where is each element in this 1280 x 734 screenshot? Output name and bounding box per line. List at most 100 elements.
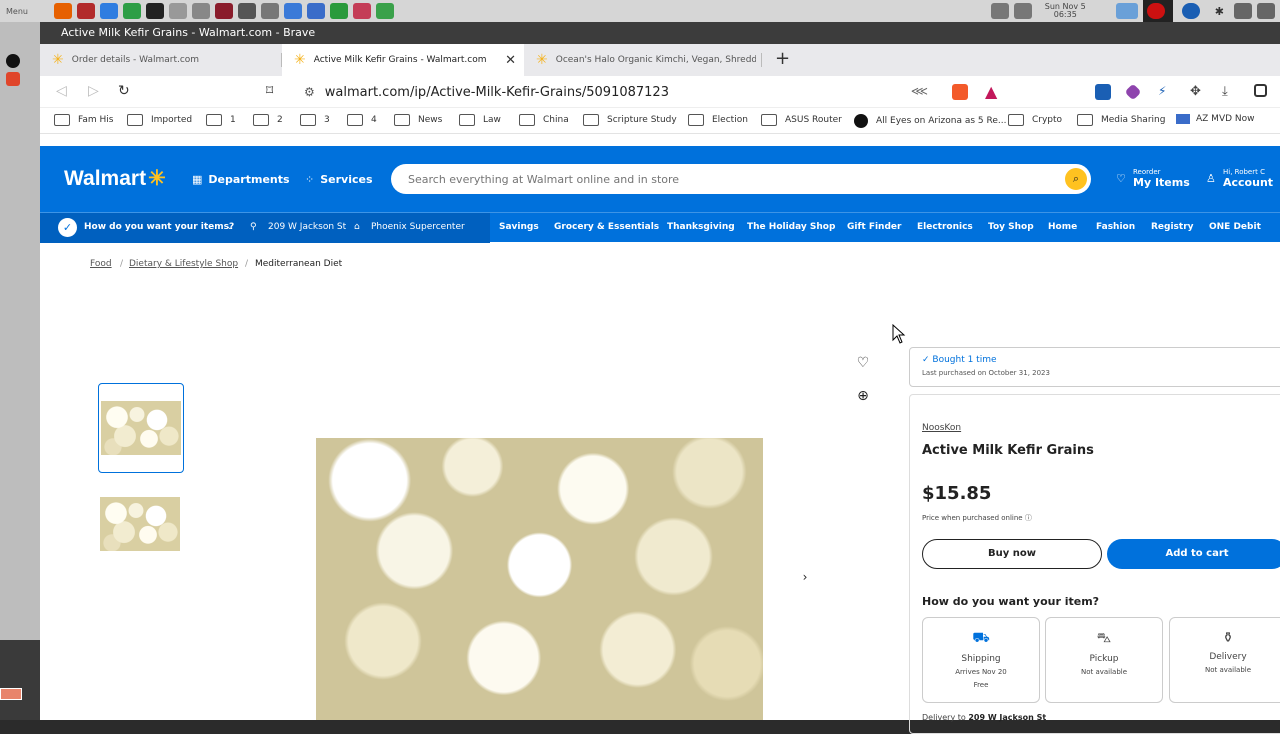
app-icon-red[interactable] bbox=[77, 3, 95, 19]
dock-app-icon[interactable] bbox=[6, 54, 20, 68]
bluetooth-icon[interactable]: ✱ bbox=[1215, 5, 1224, 18]
fulfillment-pickup[interactable]: ⛍ Pickup Not available bbox=[1045, 617, 1163, 703]
app-icon-dark[interactable] bbox=[146, 3, 164, 19]
nav-link[interactable]: The Holiday Shop bbox=[747, 222, 835, 232]
app-icon-blue[interactable] bbox=[100, 3, 118, 19]
nav-link[interactable]: Thanksgiving bbox=[667, 222, 735, 232]
nav-link[interactable]: Registry bbox=[1151, 222, 1194, 232]
bookmark-folder[interactable]: China bbox=[519, 114, 569, 126]
bookmark-folder[interactable]: News bbox=[394, 114, 442, 126]
workspace-icon[interactable] bbox=[1115, 3, 1138, 19]
file-manager-icon[interactable] bbox=[169, 3, 187, 19]
bookmark-folder[interactable]: 1 bbox=[206, 114, 236, 126]
sidebar-toggle-icon[interactable] bbox=[1254, 84, 1267, 97]
fulfillment-delivery[interactable]: ⚱ Delivery Not available bbox=[1169, 617, 1280, 703]
bookmark-folder[interactable]: 3 bbox=[300, 114, 330, 126]
app-icon-maroon[interactable] bbox=[215, 3, 233, 19]
tab-order-details[interactable]: ✳ Order details - Walmart.com bbox=[40, 44, 282, 76]
nav-link[interactable]: Grocery & Essentials bbox=[554, 222, 659, 232]
bookmark-folder[interactable]: Law bbox=[459, 114, 501, 126]
tray-app-icon[interactable] bbox=[1146, 3, 1165, 19]
spreadsheet-icon[interactable] bbox=[330, 3, 348, 19]
fulfillment-shipping[interactable]: ⛟ Shipping Arrives Nov 20 Free bbox=[922, 617, 1040, 703]
info-icon[interactable]: ⓘ bbox=[1025, 514, 1032, 522]
favorite-heart-icon[interactable]: ♡ bbox=[851, 351, 875, 375]
product-thumbnail-2[interactable] bbox=[98, 480, 184, 570]
app-icon-check[interactable] bbox=[238, 3, 256, 19]
firefox-icon[interactable] bbox=[54, 3, 72, 19]
extensions-puzzle-icon[interactable]: ✥ bbox=[1190, 84, 1206, 100]
app-icon-grey[interactable] bbox=[192, 3, 210, 19]
bookmark-folder[interactable]: 4 bbox=[347, 114, 377, 126]
nav-link[interactable]: Electronics bbox=[917, 222, 973, 232]
services-button[interactable]: ⁘ Services bbox=[305, 173, 373, 186]
reload-icon[interactable]: ↻ bbox=[118, 83, 130, 99]
bookmark-folder[interactable]: Media Sharing bbox=[1077, 114, 1165, 126]
system-menu-icon[interactable] bbox=[1257, 3, 1275, 19]
brand-link[interactable]: NoosKon bbox=[922, 423, 961, 433]
help-icon[interactable] bbox=[284, 3, 302, 19]
search-input[interactable] bbox=[391, 164, 1031, 194]
bookmark-folder[interactable]: Fam His bbox=[54, 114, 113, 126]
nav-link[interactable]: Fashion bbox=[1096, 222, 1135, 232]
app-icon-pink[interactable] bbox=[353, 3, 371, 19]
bookmark-icon[interactable]: ⌑ bbox=[266, 83, 273, 99]
nav-link[interactable]: Toy Shop bbox=[988, 222, 1034, 232]
tab-kefir-grains[interactable]: ✳ Active Milk Kefir Grains - Walmart.com… bbox=[282, 44, 524, 76]
breadcrumb-food[interactable]: Food bbox=[90, 259, 112, 269]
chevron-down-icon: ⌄ bbox=[226, 222, 234, 232]
nav-link[interactable]: Home bbox=[1048, 222, 1077, 232]
bookmark-folder[interactable]: Imported bbox=[127, 114, 192, 126]
hp-icon[interactable] bbox=[1181, 3, 1200, 19]
zoom-icon[interactable]: ⊕ bbox=[851, 384, 875, 408]
bookmark-link[interactable]: AZ MVD Now bbox=[1176, 114, 1255, 124]
reorder-button[interactable]: ♡ Reorder My Items bbox=[1116, 168, 1190, 189]
product-thumbnail-1[interactable] bbox=[98, 383, 184, 473]
brave-shields-icon[interactable] bbox=[952, 84, 968, 100]
site-favicon-icon bbox=[854, 114, 868, 128]
bookmark-folder[interactable]: Election bbox=[688, 114, 748, 126]
bookmark-folder[interactable]: Crypto bbox=[1008, 114, 1062, 126]
add-to-cart-button[interactable]: Add to cart bbox=[1107, 539, 1280, 569]
tab-kimchi[interactable]: ✳ Ocean's Halo Organic Kimchi, Vegan, Sh… bbox=[524, 44, 762, 76]
brave-rewards-icon[interactable]: ▲ bbox=[985, 84, 1001, 100]
nav-link[interactable]: Gift Finder bbox=[847, 222, 901, 232]
extension-icon-blue[interactable] bbox=[1095, 84, 1111, 100]
document-icon[interactable] bbox=[307, 3, 325, 19]
nav-link[interactable]: Savings bbox=[499, 222, 539, 232]
translate-icon[interactable]: ⚡ bbox=[1158, 84, 1174, 100]
close-tab-icon[interactable]: ✕ bbox=[505, 53, 516, 68]
search-icon[interactable]: ⌕ bbox=[1065, 168, 1087, 190]
departments-button[interactable]: ▦ Departments bbox=[192, 173, 290, 186]
network-icon[interactable] bbox=[1234, 3, 1252, 19]
download-icon[interactable]: ⤓ bbox=[1222, 84, 1238, 100]
account-button[interactable]: ♙ Hi, Robert C Account bbox=[1206, 168, 1273, 189]
bookmark-link[interactable]: All Eyes on Arizona as 5 Re... bbox=[854, 114, 1006, 128]
breadcrumb-dietary[interactable]: Dietary & Lifestyle Shop bbox=[129, 259, 238, 269]
bookmark-folder[interactable]: ASUS Router bbox=[761, 114, 842, 126]
next-image-chevron-icon[interactable]: › bbox=[793, 565, 817, 589]
forward-icon[interactable]: ▷ bbox=[88, 83, 99, 99]
microphone-icon[interactable] bbox=[990, 3, 1009, 19]
product-main-image[interactable] bbox=[316, 438, 763, 720]
calc-icon[interactable] bbox=[376, 3, 394, 19]
address-bar[interactable]: ⚙ walmart.com/ip/Active-Milk-Kefir-Grain… bbox=[296, 79, 1010, 105]
os-menu-button[interactable]: Menu bbox=[0, 7, 54, 16]
app-icon-green[interactable] bbox=[123, 3, 141, 19]
new-tab-button[interactable]: + bbox=[775, 48, 790, 69]
bookmark-folder[interactable]: Scripture Study bbox=[583, 114, 677, 126]
dock-indicator[interactable] bbox=[0, 688, 22, 700]
app-icon-tools[interactable] bbox=[261, 3, 279, 19]
delivery-address[interactable]: Delivery to 209 W Jackson St bbox=[922, 713, 1046, 722]
back-icon[interactable]: ◁ bbox=[56, 83, 67, 99]
volume-icon[interactable] bbox=[1013, 3, 1032, 19]
share-icon[interactable]: ⋘ bbox=[911, 84, 928, 98]
site-settings-icon[interactable]: ⚙ bbox=[304, 85, 315, 99]
extension-icon-purple[interactable] bbox=[1124, 83, 1142, 101]
brave-icon[interactable] bbox=[6, 72, 20, 86]
walmart-logo[interactable]: Walmart✳ bbox=[64, 166, 166, 191]
nav-link[interactable]: ONE Debit bbox=[1209, 222, 1261, 232]
fulfillment-selector[interactable]: ✓ How do you want your items? ⌄ ⚲ 209 W … bbox=[40, 213, 490, 243]
buy-now-button[interactable]: Buy now bbox=[922, 539, 1102, 569]
bookmark-folder[interactable]: 2 bbox=[253, 114, 283, 126]
